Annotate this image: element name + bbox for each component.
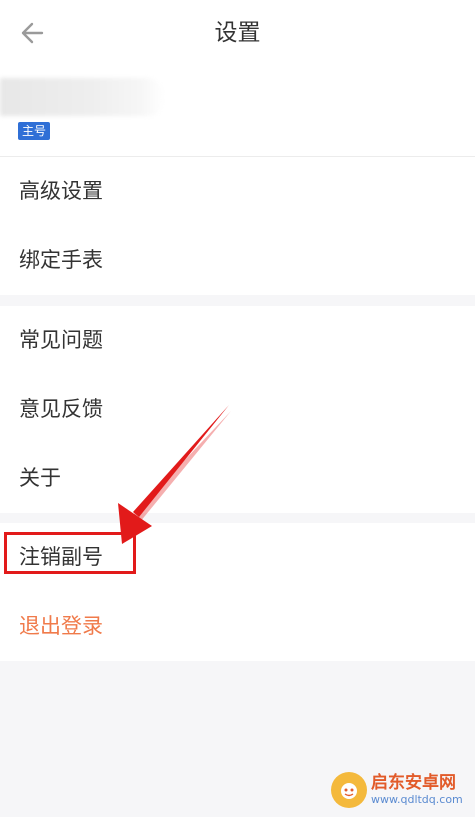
main-account-badge: 主号 bbox=[18, 122, 51, 140]
menu-item-faq[interactable]: 常见问题 bbox=[0, 306, 475, 375]
menu-item-about[interactable]: 关于 bbox=[0, 444, 475, 513]
menu-item-feedback[interactable]: 意见反馈 bbox=[0, 375, 475, 444]
menu-section-1: 高级设置 绑定手表 bbox=[0, 157, 475, 295]
menu-section-2: 常见问题 意见反馈 关于 bbox=[0, 306, 475, 513]
watermark: 启东安卓网 www.qdltdq.com bbox=[331, 767, 471, 813]
watermark-logo-icon bbox=[331, 772, 367, 808]
blurred-account-name bbox=[0, 78, 165, 116]
menu-item-advanced-settings[interactable]: 高级设置 bbox=[0, 157, 475, 226]
menu-item-bind-watch[interactable]: 绑定手表 bbox=[0, 226, 475, 295]
annotation-highlight-box bbox=[4, 532, 136, 574]
header-bar: 设置 bbox=[0, 0, 475, 66]
page-title: 设置 bbox=[214, 20, 261, 46]
watermark-url: www.qdltdq.com bbox=[371, 793, 463, 806]
settings-screen: 设置 主号 高级设置 绑定手表 常见问题 意见反馈 关于 注销副号 退出登录 启… bbox=[0, 0, 475, 817]
menu-item-logout[interactable]: 退出登录 bbox=[0, 592, 475, 661]
account-card[interactable]: 主号 bbox=[0, 66, 475, 156]
watermark-name: 启东安卓网 bbox=[371, 773, 456, 793]
robot-icon bbox=[341, 783, 357, 799]
